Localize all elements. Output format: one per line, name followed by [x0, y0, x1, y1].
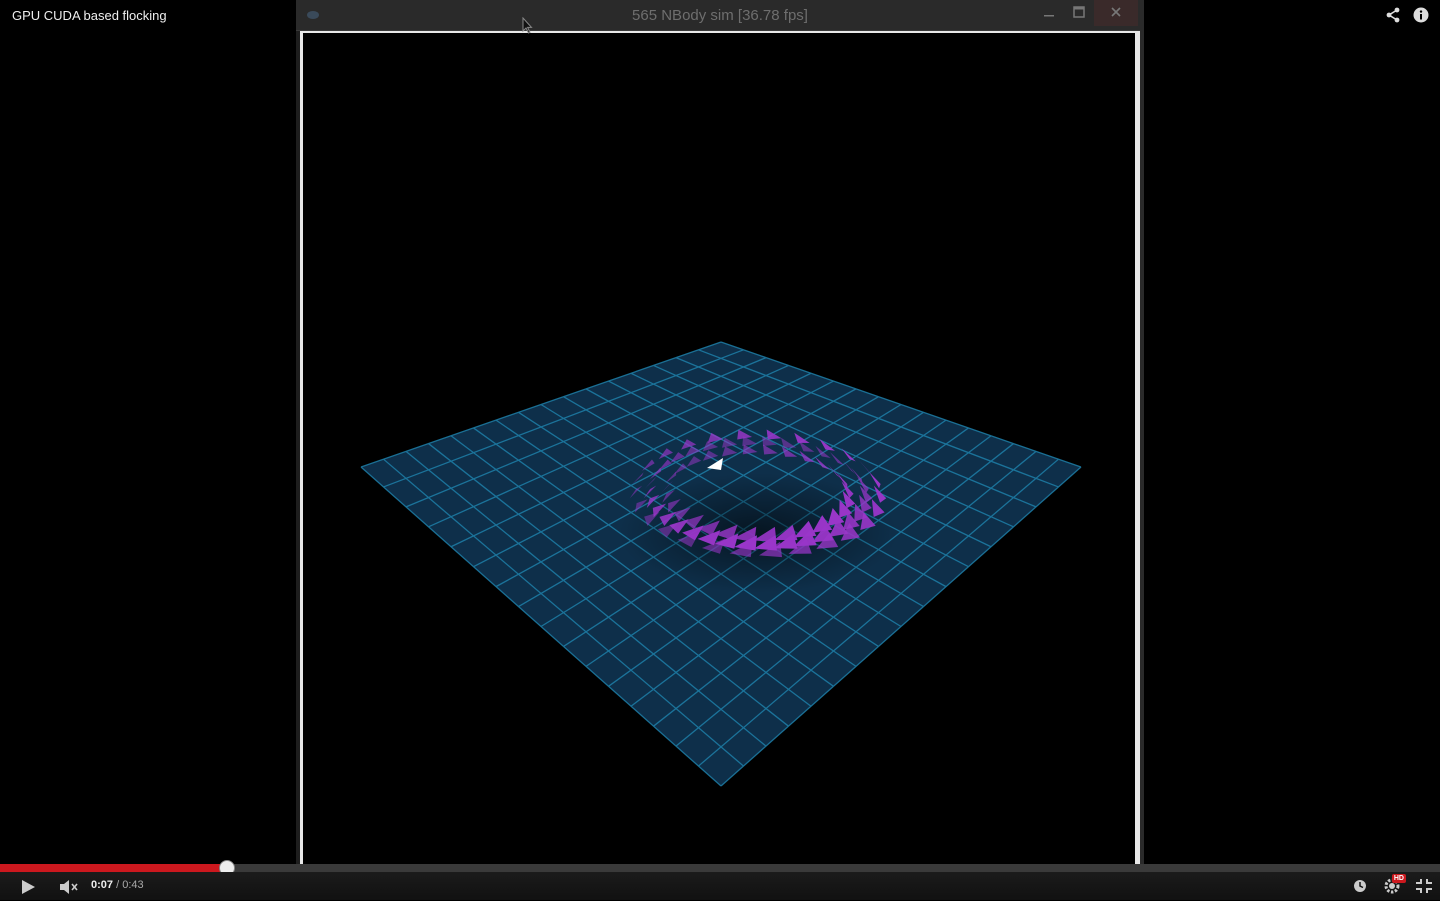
close-icon: [1110, 6, 1122, 21]
fullscreen-exit-icon[interactable]: [1414, 876, 1434, 896]
current-time: 0:07: [91, 879, 114, 891]
progress-played: [0, 864, 227, 872]
progress-bar[interactable]: [0, 860, 1440, 876]
time-separator: /: [113, 879, 123, 891]
play-icon[interactable]: [18, 878, 38, 896]
info-icon[interactable]: [1412, 6, 1430, 24]
player-controls: 0:07 / 0:43 HD: [0, 872, 1440, 900]
top-right-actions: [1384, 6, 1430, 24]
window-client-area: [300, 31, 1140, 866]
share-icon[interactable]: [1384, 6, 1402, 24]
window-edge: [1140, 0, 1144, 866]
hd-badge: HD: [1391, 874, 1406, 883]
simulation-viewport[interactable]: [303, 33, 1135, 866]
minimize-button[interactable]: [1034, 0, 1064, 26]
maximize-button[interactable]: [1064, 0, 1094, 26]
video-title[interactable]: GPU CUDA based flocking: [12, 8, 167, 23]
mouse-cursor-icon: [522, 16, 534, 40]
volume-icon[interactable]: [58, 878, 80, 896]
time-display: 0:07 / 0:43: [91, 879, 144, 891]
settings-gear-icon[interactable]: HD: [1382, 874, 1406, 896]
minimize-icon: [1043, 6, 1055, 21]
window-title: 565 NBody sim [36.78 fps]: [632, 7, 808, 24]
duration: 0:43: [122, 879, 144, 891]
close-button[interactable]: [1094, 0, 1138, 26]
app-window: 565 NBody sim [36.78 fps]: [296, 0, 1144, 866]
maximize-icon: [1073, 5, 1085, 21]
window-titlebar[interactable]: 565 NBody sim [36.78 fps]: [296, 0, 1144, 31]
watch-later-icon[interactable]: [1350, 876, 1370, 896]
